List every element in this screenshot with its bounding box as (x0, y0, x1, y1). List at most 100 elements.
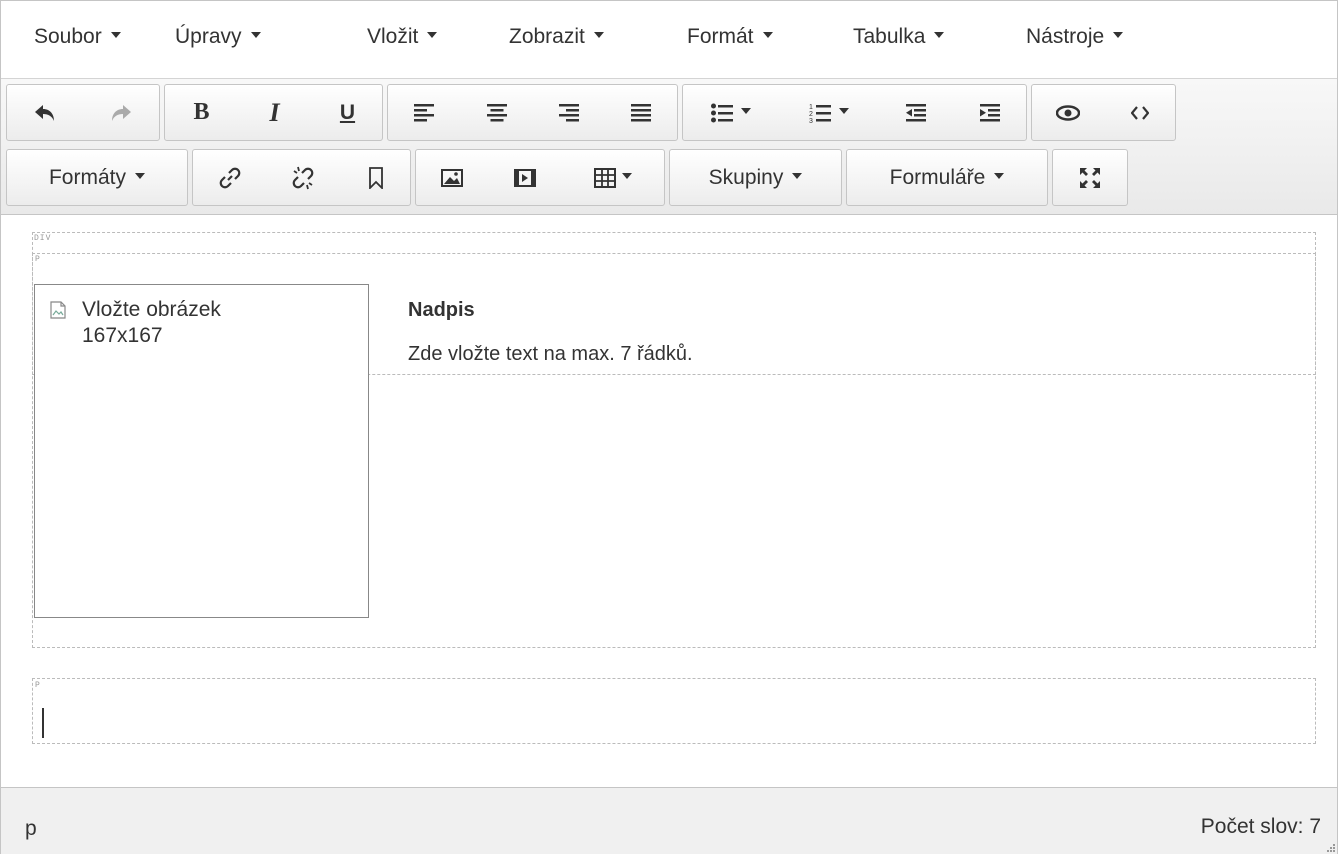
outdent-icon (906, 103, 926, 121)
p-tag-label: P (35, 255, 41, 264)
outdent-button[interactable] (879, 85, 953, 140)
redo-icon (112, 104, 131, 121)
indent-button[interactable] (953, 85, 1027, 140)
image-alt-text: Vložte obrázek (82, 298, 221, 321)
fullscreen-icon (1080, 167, 1100, 188)
align-right-icon (559, 103, 579, 121)
fullscreen-group (1052, 149, 1128, 206)
media-icon (514, 168, 536, 187)
insert-anchor-button[interactable] (339, 150, 412, 205)
underline-button[interactable]: U (311, 85, 384, 140)
svg-text:2: 2 (809, 111, 813, 118)
numbered-list-icon: 123 (809, 104, 831, 124)
caret-down-icon (741, 107, 751, 114)
image-size-text: 167x167 (82, 324, 163, 347)
align-right-button[interactable] (533, 85, 605, 140)
link-group (192, 149, 411, 206)
remove-link-button[interactable] (266, 150, 339, 205)
p-tag-label: P (35, 681, 41, 690)
menu-format[interactable]: Formát (687, 21, 773, 53)
content-body-text: Zde vložte text na max. 7 řádků. (408, 343, 693, 365)
caret-down-icon (792, 172, 803, 179)
caret-down-icon (427, 32, 438, 39)
link-icon (219, 167, 240, 188)
insert-table-button[interactable] (562, 150, 664, 205)
statusbar: p Počet slov: 7 (1, 787, 1337, 854)
caret-down-icon (839, 107, 849, 114)
menu-soubor[interactable]: Soubor (34, 21, 121, 53)
menubar: Soubor Úpravy Vložit Zobrazit Formát Tab… (1, 1, 1337, 79)
table-icon (594, 167, 616, 188)
groups-dropdown[interactable]: Skupiny (669, 149, 842, 206)
insert-link-button[interactable] (193, 150, 266, 205)
insert-media-button[interactable] (488, 150, 562, 205)
caret-down-icon (110, 32, 121, 39)
caret-down-icon (994, 172, 1005, 179)
italic-icon: I (269, 97, 280, 127)
undo-icon (35, 104, 54, 121)
underline-icon: U (339, 100, 356, 124)
forms-dropdown[interactable]: Formuláře (846, 149, 1048, 206)
preview-icon (1056, 104, 1080, 121)
content-heading: Nadpis (408, 299, 475, 321)
bookmark-icon (368, 166, 383, 189)
caret-down-icon (593, 32, 604, 39)
formats-dropdown[interactable]: Formáty (6, 149, 188, 206)
alignment-group (387, 84, 678, 141)
insert-image-button[interactable] (416, 150, 488, 205)
element-path[interactable]: p (25, 817, 37, 841)
media-group (415, 149, 665, 206)
unlink-icon (292, 166, 313, 189)
menu-upravy[interactable]: Úpravy (175, 21, 261, 53)
editor-content[interactable]: DIV P Vložte obrázek 167x167 Nadpis Zde … (1, 215, 1337, 786)
bullet-list-icon (711, 103, 733, 122)
rich-text-editor: Soubor Úpravy Vložit Zobrazit Formát Tab… (0, 0, 1338, 854)
svg-text:3: 3 (809, 118, 813, 124)
menu-zobrazit[interactable]: Zobrazit (509, 21, 604, 53)
caret-down-icon (762, 32, 773, 39)
empty-paragraph-outline (32, 678, 1316, 744)
align-left-button[interactable] (388, 85, 460, 140)
svg-text:1: 1 (809, 104, 813, 111)
source-code-button[interactable] (1104, 85, 1176, 140)
undo-button[interactable] (7, 85, 83, 140)
caret-down-icon (934, 32, 945, 39)
caret-down-icon (135, 172, 145, 179)
preview-button[interactable] (1032, 85, 1104, 140)
menu-vlozit[interactable]: Vložit (367, 21, 438, 53)
caret-down-icon (1113, 32, 1124, 39)
fullscreen-button[interactable] (1053, 150, 1127, 205)
indent-icon (980, 103, 1000, 121)
align-center-button[interactable] (460, 85, 533, 140)
image-icon (441, 168, 463, 187)
align-justify-icon (631, 103, 651, 121)
view-group (1031, 84, 1176, 141)
italic-button[interactable]: I (238, 85, 311, 140)
forms-button[interactable]: Formuláře (847, 150, 1047, 205)
groups-button[interactable]: Skupiny (670, 150, 841, 205)
numbered-list-button[interactable]: 123 (779, 85, 879, 140)
redo-button[interactable] (83, 85, 159, 140)
bullet-list-button[interactable] (683, 85, 779, 140)
align-left-icon (414, 103, 434, 121)
history-group (6, 84, 160, 141)
list-group: 123 (682, 84, 1027, 141)
align-center-icon (486, 103, 507, 121)
caret-down-icon (250, 32, 261, 39)
div-tag-label: DIV (34, 234, 52, 243)
resize-handle-icon[interactable] (1325, 842, 1335, 852)
menu-nastroje[interactable]: Nástroje (1026, 21, 1124, 53)
bold-button[interactable]: B (165, 85, 238, 140)
word-count: Počet slov: 7 (1200, 815, 1321, 838)
text-cursor (42, 708, 44, 738)
align-justify-button[interactable] (605, 85, 677, 140)
toolbar: B I U 123 Formáty Skupiny Formuláře (1, 79, 1337, 215)
broken-image-icon (50, 301, 66, 319)
bold-icon: B (193, 99, 210, 125)
text-style-group: B I U (164, 84, 383, 141)
formats-button[interactable]: Formáty (7, 150, 187, 205)
code-icon (1131, 105, 1149, 120)
caret-down-icon (622, 172, 632, 179)
image-placeholder[interactable]: Vložte obrázek 167x167 (34, 284, 369, 618)
menu-tabulka[interactable]: Tabulka (853, 21, 945, 53)
